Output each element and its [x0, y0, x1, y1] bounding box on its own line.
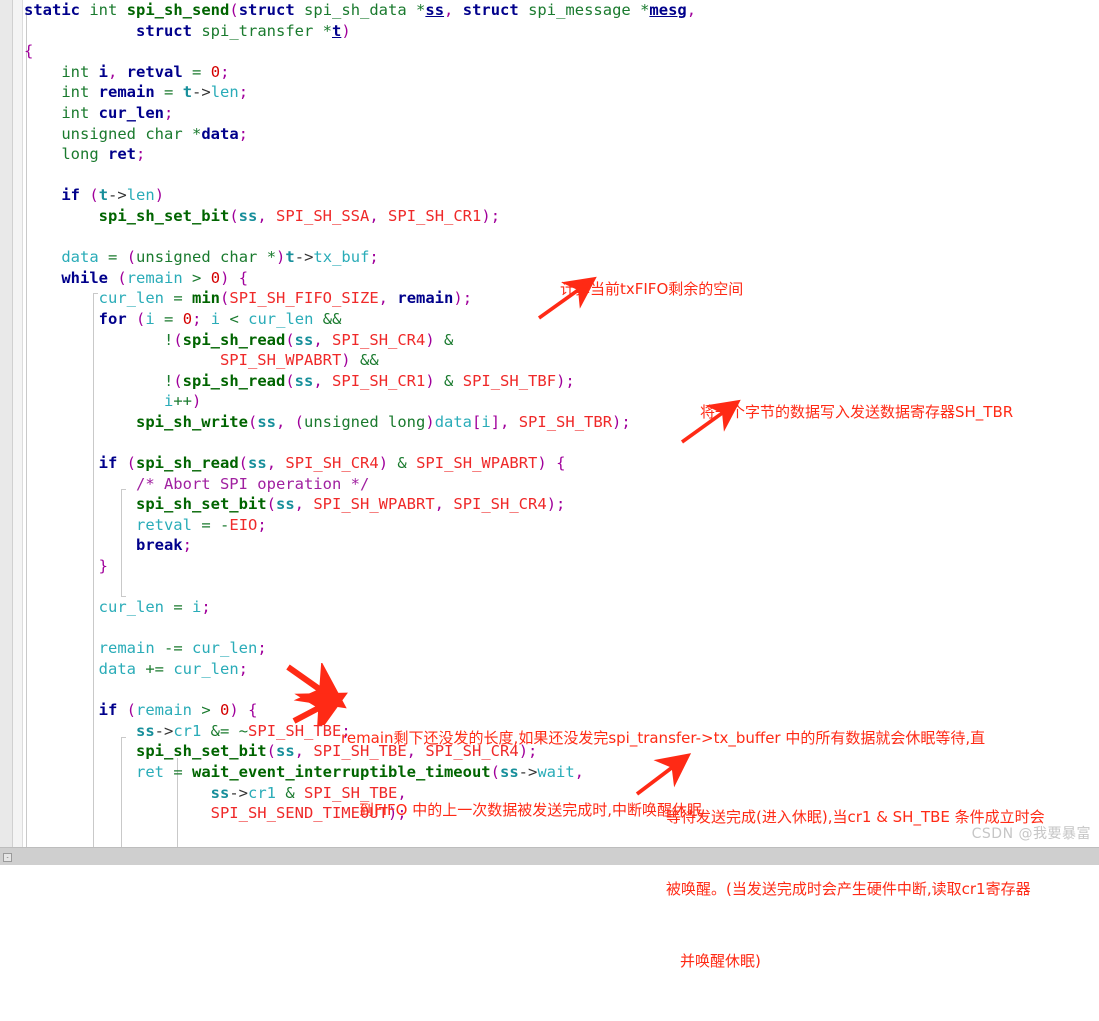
editor-fold-gutter[interactable]	[13, 0, 23, 848]
horizontal-scrollbar[interactable]: -	[0, 847, 1099, 865]
code-line: break;	[135, 536, 192, 555]
code-line: !(spi_sh_read(ss, SPI_SH_CR1) & SPI_SH_T…	[163, 371, 575, 390]
code-line: if (spi_sh_read(ss, SPI_SH_CR4) & SPI_SH…	[98, 454, 566, 473]
code-line: int cur_len;	[61, 103, 174, 122]
annotation-remain-line1: remain剩下还没发的长度,如果还没发完spi_transfer->tx_bu…	[341, 729, 986, 747]
code-line: spi_sh_write(ss, (unsigned long)data[i],…	[135, 412, 631, 431]
annotation-wait: 等待发送完成(进入休眠),当cr1 & SH_TBE 条件成立时会 被唤醒。(当…	[666, 757, 1045, 1021]
code-line: int remain = t->len;	[61, 83, 249, 102]
annotation-wait-line3: 并唤醒休眠)	[680, 952, 761, 970]
code-line: unsigned char *data;	[61, 124, 249, 143]
code-line: {	[24, 42, 34, 61]
editor-gutter	[0, 0, 13, 848]
code-line: int i, retval = 0;	[61, 62, 230, 81]
code-line: spi_sh_set_bit(ss, SPI_SH_WPABRT, SPI_SH…	[135, 495, 566, 514]
annotation-fifo-space: 计算当前txFIFO剩余的空间	[560, 280, 744, 298]
code-line: !(spi_sh_read(ss, SPI_SH_CR4) &	[163, 330, 454, 349]
code-line: if (t->len)	[61, 186, 165, 205]
code-line: retval = -EIO;	[135, 515, 267, 534]
code-line: static int spi_sh_send(struct spi_sh_dat…	[24, 1, 697, 19]
code-line: cur_len = i;	[98, 598, 211, 617]
code-line: /* Abort SPI operation */	[135, 474, 370, 493]
csdn-watermark: CSDN @我要暴富	[971, 826, 1091, 842]
code-line: for (i = 0; i < cur_len &&	[98, 309, 342, 328]
code-line: remain -= cur_len;	[98, 639, 267, 658]
code-line: SPI_SH_WPABRT) &&	[219, 351, 379, 370]
annotation-write-byte: 将一个字节的数据写入发送数据寄存器SH_TBR	[700, 403, 1014, 421]
code-line: }	[98, 557, 108, 576]
code-line: struct spi_transfer *t)	[135, 21, 351, 40]
code-line: data += cur_len;	[98, 660, 249, 678]
code-line: long ret;	[61, 145, 146, 164]
code-editor[interactable]: static int spi_sh_send(struct spi_sh_dat…	[0, 0, 1099, 970]
annotation-wait-line2: 被唤醒。(当发送完成时会产生硬件中断,读取cr1寄存器	[666, 880, 1031, 898]
code-line: data = (unsigned char *)t->tx_buf;	[61, 248, 379, 267]
code-line: spi_sh_set_bit(ss, SPI_SH_SSA, SPI_SH_CR…	[98, 206, 501, 225]
scrollbar-nub-icon[interactable]: -	[3, 853, 12, 862]
code-line: i++)	[163, 392, 202, 411]
